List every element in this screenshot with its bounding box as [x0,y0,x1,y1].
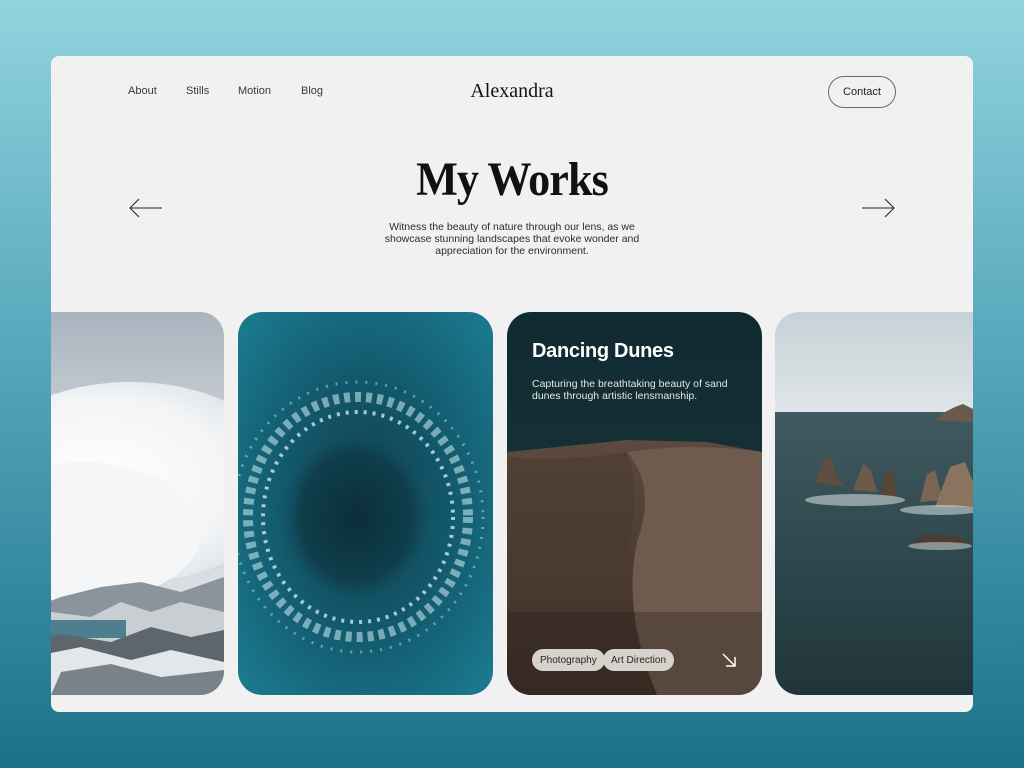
arrow-down-right-icon[interactable] [720,651,738,669]
work-card-mountains[interactable] [51,312,224,695]
portfolio-frame: About Stills Motion Blog Alexandra Conta… [51,56,973,712]
work-card-ocean[interactable] [238,312,493,695]
tag-art-direction[interactable]: Art Direction [603,649,675,671]
card-description: Capturing the breathtaking beauty of san… [532,378,728,402]
arrow-right-icon[interactable] [860,196,896,220]
work-card-dunes[interactable]: Dancing Dunes Capturing the breathtaking… [507,312,762,695]
page-title: My Works [416,153,609,206]
contact-button[interactable]: Contact [828,76,896,108]
work-card-sea-rocks[interactable] [775,312,973,695]
page-subtitle: Witness the beauty of nature through our… [384,221,640,257]
mountain-clouds-image [51,312,224,695]
desert-dunes-image [507,312,762,695]
card-title: Dancing Dunes [532,340,674,362]
tag-photography[interactable]: Photography [532,649,605,671]
sea-rocks-image [775,312,973,695]
ocean-aerial-image [238,312,493,695]
